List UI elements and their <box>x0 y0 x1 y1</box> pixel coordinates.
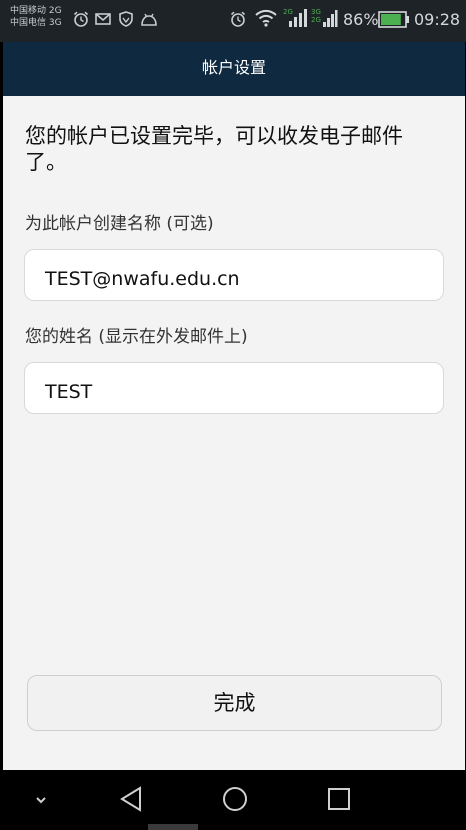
your-name-input[interactable]: TEST <box>24 362 444 414</box>
signal-icon: 2G <box>283 8 307 27</box>
shield-icon <box>119 11 133 27</box>
svg-text:3G: 3G <box>311 8 321 16</box>
account-name-input[interactable]: TEST@nwafu.edu.cn <box>24 249 444 301</box>
your-name-value: TEST <box>45 381 93 403</box>
signal-icon: 3G 2G <box>311 8 338 27</box>
carrier-1: 中国移动 2G <box>10 6 62 16</box>
your-name-label: 您的姓名 (显示在外发邮件上) <box>25 327 248 347</box>
svg-text:2G: 2G <box>283 8 293 16</box>
status-bar: 中国移动 2G 中国电信 3G 2G 3G 2G 86% 09:28 <box>0 0 466 42</box>
hide-keyboard-icon[interactable] <box>31 790 51 810</box>
account-name-label: 为此帐户创建名称 (可选) <box>25 214 214 234</box>
android-icon <box>141 13 157 26</box>
main-content: 您的帐户已设置完毕，可以收发电子邮件了。 为此帐户创建名称 (可选) TEST@… <box>3 96 465 770</box>
action-bar: 帐户设置 <box>3 42 465 96</box>
battery-icon <box>378 11 409 28</box>
navigation-bar <box>0 770 466 830</box>
setup-complete-message: 您的帐户已设置完毕，可以收发电子邮件了。 <box>25 124 403 174</box>
nav-bar-handle <box>148 824 198 830</box>
battery-percent: 86% <box>343 10 379 29</box>
mail-icon <box>95 13 111 25</box>
back-icon[interactable] <box>118 784 146 814</box>
alarm-icon <box>230 11 246 27</box>
done-button[interactable]: 完成 <box>27 675 442 731</box>
svg-text:2G: 2G <box>311 16 321 24</box>
carrier-info: 中国移动 2G 中国电信 3G <box>10 5 62 29</box>
clock: 09:28 <box>414 10 461 29</box>
wifi-icon <box>255 9 277 27</box>
alarm-icon <box>73 11 89 27</box>
home-icon[interactable] <box>221 784 249 814</box>
carrier-2: 中国电信 3G <box>10 18 62 28</box>
page-title: 帐户设置 <box>201 58 266 77</box>
account-name-value: TEST@nwafu.edu.cn <box>45 268 240 290</box>
recents-icon[interactable] <box>325 784 353 814</box>
